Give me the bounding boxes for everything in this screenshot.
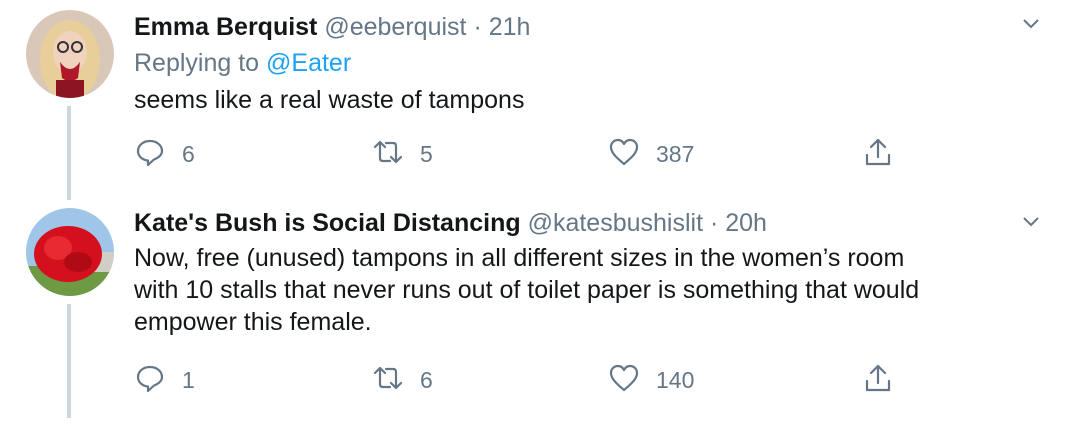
author-name[interactable]: Emma Berquist <box>134 13 317 41</box>
share-icon <box>862 136 894 173</box>
action-bar: 1 6 140 <box>134 362 934 398</box>
retweet-icon <box>372 136 404 173</box>
like-icon <box>608 362 640 399</box>
author-name[interactable]: Kate's Bush is Social Distancing <box>134 209 521 237</box>
tweet-1[interactable]: Emma Berquist @eeberquist · 21h Replying… <box>0 0 1070 200</box>
action-bar: 6 5 387 <box>134 136 934 172</box>
share-icon <box>862 362 894 399</box>
avatar-emma[interactable] <box>26 10 114 98</box>
timestamp[interactable]: 20h <box>725 209 767 237</box>
retweet-count: 5 <box>420 140 433 167</box>
tweet-text-line: empower this female. <box>134 308 372 336</box>
tweet-text: Now, free (unused) tampons in all differ… <box>134 242 1050 338</box>
reply-button[interactable]: 1 <box>134 362 195 398</box>
tweet-2[interactable]: Kate's Bush is Social Distancing @katesb… <box>0 200 1070 426</box>
retweet-count: 6 <box>420 366 433 393</box>
retweet-icon <box>372 362 404 399</box>
author-handle[interactable]: @katesbushislit <box>528 209 703 237</box>
reply-icon <box>134 362 166 399</box>
tweet-text-line: with 10 stalls that never runs out of to… <box>134 276 920 304</box>
like-count: 140 <box>656 366 695 393</box>
reply-count: 6 <box>182 140 195 167</box>
replying-to-link[interactable]: @Eater <box>266 49 351 77</box>
share-button[interactable] <box>862 362 894 398</box>
like-button[interactable]: 387 <box>608 136 694 172</box>
chevron-down-icon[interactable] <box>1020 210 1042 232</box>
timestamp[interactable]: 21h <box>489 13 531 41</box>
tweet-header: Emma Berquist @eeberquist · 21h <box>134 10 1050 44</box>
thread-line <box>67 304 71 418</box>
separator: · <box>709 209 719 237</box>
chevron-down-icon[interactable] <box>1020 12 1042 34</box>
separator: · <box>473 13 482 41</box>
retweet-button[interactable]: 6 <box>372 362 433 398</box>
like-button[interactable]: 140 <box>608 362 694 398</box>
thread-line <box>67 106 71 200</box>
reply-icon <box>134 136 166 173</box>
retweet-button[interactable]: 5 <box>372 136 433 172</box>
like-icon <box>608 136 640 173</box>
tweet-header: Kate's Bush is Social Distancing @katesb… <box>134 206 1050 240</box>
replying-prefix: Replying to <box>134 49 260 77</box>
reply-count: 1 <box>182 366 195 393</box>
tweet-text: seems like a real waste of tampons <box>134 86 525 114</box>
replying-to: Replying to @Eater <box>134 46 1050 80</box>
share-button[interactable] <box>862 136 894 172</box>
avatar-kate[interactable] <box>26 208 114 296</box>
tweet-text-line: Now, free (unused) tampons in all differ… <box>134 244 905 272</box>
reply-button[interactable]: 6 <box>134 136 195 172</box>
like-count: 387 <box>656 140 695 167</box>
author-handle[interactable]: @eeberquist <box>324 13 466 41</box>
